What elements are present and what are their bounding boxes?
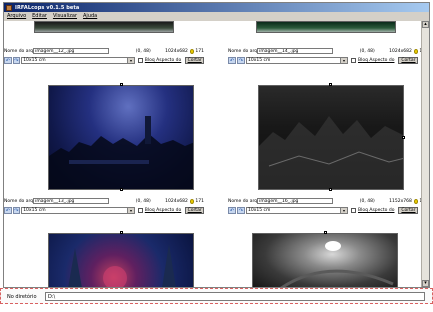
image-dimensions: 1024x682 [165, 198, 188, 204]
keep-aspect-checkbox[interactable] [137, 58, 143, 63]
image-content [280, 241, 394, 287]
size-select[interactable]: 10x15 cm ▾ [246, 57, 348, 64]
arrow-right-icon[interactable]: ↷ [237, 57, 245, 64]
image-panel-3: Nome do arq imagem__13_.jpg (0, 48) 1024… [4, 197, 205, 217]
image-content [49, 116, 193, 189]
size-select-value: 10x15 cm [23, 208, 46, 213]
keep-aspect-checkbox[interactable] [351, 58, 356, 63]
keep-aspect-label: Bloq Aspecto do [358, 208, 395, 213]
image-content [259, 116, 403, 189]
keep-aspect-label: Bloq Aspecto do [144, 208, 182, 213]
status-dot-icon [413, 48, 419, 54]
window-title: IRFALcops v0.1.5 beta [15, 4, 80, 11]
filename-field[interactable]: imagem__12_.jpg [33, 48, 109, 54]
image-count: 171 [195, 48, 204, 54]
arrow-right-icon[interactable]: ↷ [12, 57, 21, 64]
image-preview-top-right[interactable] [256, 21, 396, 33]
arrow-left-icon[interactable]: ↶ [228, 207, 236, 214]
image-content [68, 244, 176, 287]
image-dimensions: 1024x682 [165, 48, 188, 54]
menu-editar[interactable]: Editar [29, 13, 50, 19]
scroll-down-icon[interactable]: ▾ [422, 280, 429, 287]
crop-button[interactable]: Cortar [185, 57, 205, 64]
title-bar[interactable]: IRFALcops v0.1.5 beta [4, 3, 429, 12]
image-preview-top-left[interactable] [34, 21, 174, 33]
size-select[interactable]: 10x15 cm ▾ [21, 57, 135, 64]
arrow-left-icon[interactable]: ↶ [4, 207, 12, 214]
image-preview-middle-right[interactable] [258, 85, 404, 190]
keep-aspect-label: Bloq Aspecto do [358, 58, 395, 63]
status-dot-icon [189, 48, 195, 54]
app-icon [6, 4, 12, 11]
filename-field[interactable]: imagem__13_.jpg [33, 198, 109, 204]
filename-label: Nome do arq [4, 198, 34, 204]
image-index: (0, 48) [359, 198, 375, 204]
filename-label: Nome do arq [4, 48, 34, 54]
filename-field[interactable]: imagem__16_.jpg [257, 198, 333, 204]
crop-handle[interactable] [120, 188, 123, 191]
image-index: (0, 48) [359, 48, 375, 54]
directory-bar: No diretório D:\ [0, 288, 433, 304]
chevron-down-icon[interactable]: ▾ [126, 208, 134, 213]
arrow-left-icon[interactable]: ↶ [228, 57, 236, 64]
size-select-value: 10x15 cm [248, 58, 271, 63]
directory-field[interactable]: D:\ [45, 292, 425, 301]
size-select-value: 10x15 cm [248, 208, 271, 213]
crop-handle[interactable] [402, 136, 405, 139]
image-panel-2: Nome do arq imagem__14_.jpg (0, 48) 1024… [228, 47, 421, 67]
chevron-down-icon[interactable]: ▾ [126, 58, 134, 63]
menu-visualizar[interactable]: Visualizar [50, 13, 80, 19]
image-index: (0, 48) [135, 198, 151, 204]
keep-aspect-checkbox[interactable] [137, 208, 143, 213]
menu-bar: Arquivo Editar Visualizar Ajuda [4, 12, 429, 20]
thumbnail-area: Nome do arq imagem__12_.jpg (0, 48) 1024… [4, 21, 421, 287]
image-preview-middle-left[interactable] [48, 85, 194, 190]
menu-ajuda[interactable]: Ajuda [80, 13, 100, 19]
image-dimensions: 1152x768 [389, 198, 412, 204]
crop-handle[interactable] [324, 231, 327, 234]
directory-label: No diretório [7, 294, 37, 300]
app-window: IRFALcops v0.1.5 beta Arquivo Editar Vis… [3, 2, 430, 288]
chevron-down-icon[interactable]: ▾ [340, 208, 347, 213]
keep-aspect-label: Bloq Aspecto do [144, 58, 182, 63]
crop-handle[interactable] [120, 83, 123, 86]
status-dot-icon [413, 198, 419, 204]
size-select[interactable]: 10x15 cm ▾ [21, 207, 135, 214]
image-panel-1: Nome do arq imagem__12_.jpg (0, 48) 1024… [4, 47, 205, 67]
image-preview-bottom-left[interactable] [48, 233, 194, 287]
image-preview-bottom-right[interactable] [252, 233, 398, 287]
crop-handle[interactable] [120, 231, 123, 234]
keep-aspect-checkbox[interactable] [351, 208, 356, 213]
crop-handle[interactable] [329, 188, 332, 191]
image-panel-4: Nome do arq imagem__16_.jpg (0, 48) 1152… [228, 197, 421, 217]
crop-button[interactable]: Cortar [398, 57, 419, 64]
size-select[interactable]: 10x15 cm ▾ [246, 207, 348, 214]
vertical-scrollbar[interactable]: ▴ ▾ [421, 21, 429, 287]
status-dot-icon [189, 198, 195, 204]
filename-label: Nome do arq [228, 48, 258, 54]
filename-label: Nome do arq [228, 198, 258, 204]
arrow-left-icon[interactable]: ↶ [4, 57, 12, 64]
crop-button[interactable]: Cortar [185, 207, 205, 214]
size-select-value: 10x15 cm [23, 58, 46, 63]
filename-field[interactable]: imagem__14_.jpg [257, 48, 333, 54]
crop-handle[interactable] [329, 83, 332, 86]
image-count: 171 [195, 198, 204, 204]
menu-arquivo[interactable]: Arquivo [4, 13, 29, 19]
image-dimensions: 1024x682 [389, 48, 412, 54]
scroll-up-icon[interactable]: ▴ [422, 21, 429, 28]
image-index: (0, 48) [135, 48, 151, 54]
arrow-right-icon[interactable]: ↷ [237, 207, 245, 214]
arrow-right-icon[interactable]: ↷ [12, 207, 21, 214]
crop-button[interactable]: Cortar [398, 207, 419, 214]
chevron-down-icon[interactable]: ▾ [340, 58, 347, 63]
